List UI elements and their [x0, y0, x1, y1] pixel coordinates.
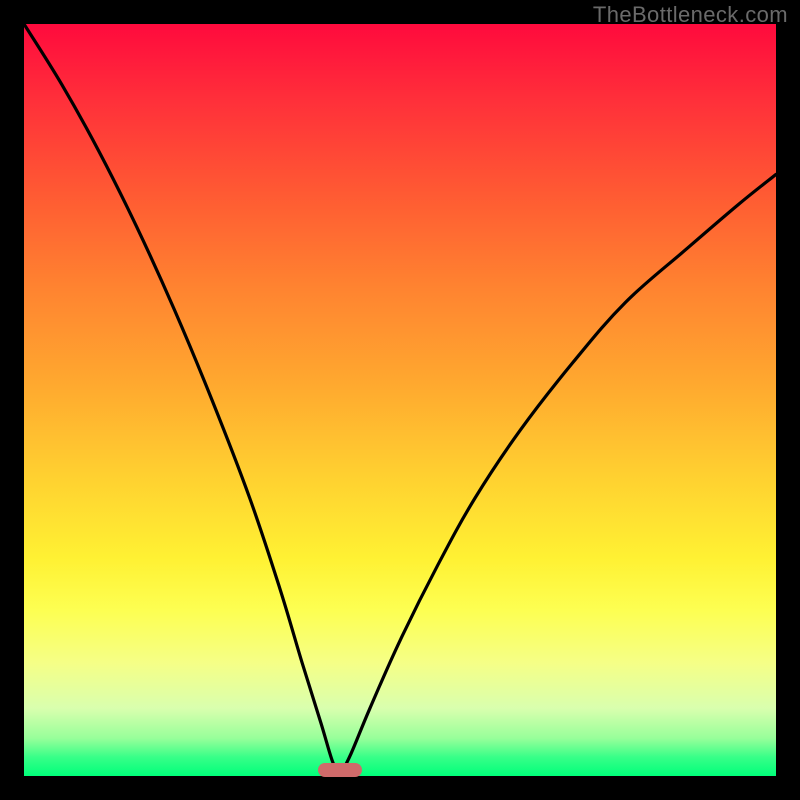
curve-left [24, 24, 340, 776]
chart-area [24, 24, 776, 776]
bottleneck-curves [24, 24, 776, 776]
curve-right [340, 174, 776, 776]
minimum-marker [318, 763, 362, 777]
